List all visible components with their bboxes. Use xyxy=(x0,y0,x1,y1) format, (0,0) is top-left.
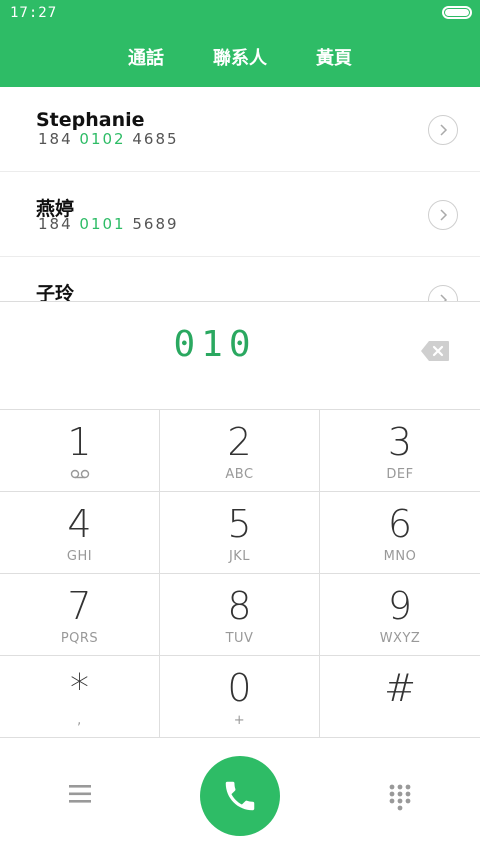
key-9[interactable]: 9 WXYZ xyxy=(320,574,480,656)
list-item[interactable]: 燕婷 184 0101 5689 xyxy=(0,172,480,257)
dialpad-icon[interactable] xyxy=(388,783,412,811)
chevron-right-icon[interactable] xyxy=(428,285,458,301)
tab-contacts[interactable]: 聯系人 xyxy=(193,44,287,70)
tab-yellow-pages[interactable]: 黃頁 xyxy=(287,44,381,70)
key-hash[interactable]: # xyxy=(320,656,480,738)
menu-icon[interactable] xyxy=(68,783,92,805)
dialed-number[interactable]: 010 xyxy=(0,324,430,365)
contact-number: 184 0102 4685 xyxy=(38,130,179,148)
contact-name: 子玲 xyxy=(36,283,75,301)
search-results[interactable]: Stephanie 184 0102 4685 燕婷 184 0101 5689… xyxy=(0,87,480,301)
voicemail-icon xyxy=(0,468,159,483)
key-2[interactable]: 2 ABC xyxy=(160,410,320,492)
backspace-icon[interactable] xyxy=(420,340,450,362)
battery-icon xyxy=(442,6,472,19)
key-7[interactable]: 7 PQRS xyxy=(0,574,160,656)
list-item[interactable]: Stephanie 184 0102 4685 xyxy=(0,87,480,172)
key-8[interactable]: 8 TUV xyxy=(160,574,320,656)
tab-calls[interactable]: 通話 xyxy=(99,44,193,70)
key-1[interactable]: 1 xyxy=(0,410,160,492)
chevron-right-icon[interactable] xyxy=(428,115,458,145)
chevron-right-icon[interactable] xyxy=(428,200,458,230)
dial-input-area: 010 xyxy=(0,301,480,409)
contact-name: Stephanie xyxy=(36,109,145,131)
key-3[interactable]: 3 DEF xyxy=(320,410,480,492)
app-header: 17:27 通話 聯系人 黃頁 xyxy=(0,0,480,87)
dial-keypad: 1 2 ABC 3 DEF 4 GHI 5 JKL 6 MNO 7 PQRS 8… xyxy=(0,409,480,739)
key-5[interactable]: 5 JKL xyxy=(160,492,320,574)
key-0[interactable]: 0 + xyxy=(160,656,320,738)
key-6[interactable]: 6 MNO xyxy=(320,492,480,574)
contact-number: 184 0101 5689 xyxy=(38,215,179,233)
call-button[interactable] xyxy=(200,756,280,836)
list-item[interactable]: 子玲 xyxy=(0,257,480,301)
bottom-bar xyxy=(0,739,480,853)
key-4[interactable]: 4 GHI xyxy=(0,492,160,574)
status-time: 17:27 xyxy=(10,5,58,21)
tab-bar: 通話 聯系人 黃頁 xyxy=(0,44,480,70)
key-star[interactable]: * , xyxy=(0,656,160,738)
phone-icon xyxy=(225,781,255,811)
